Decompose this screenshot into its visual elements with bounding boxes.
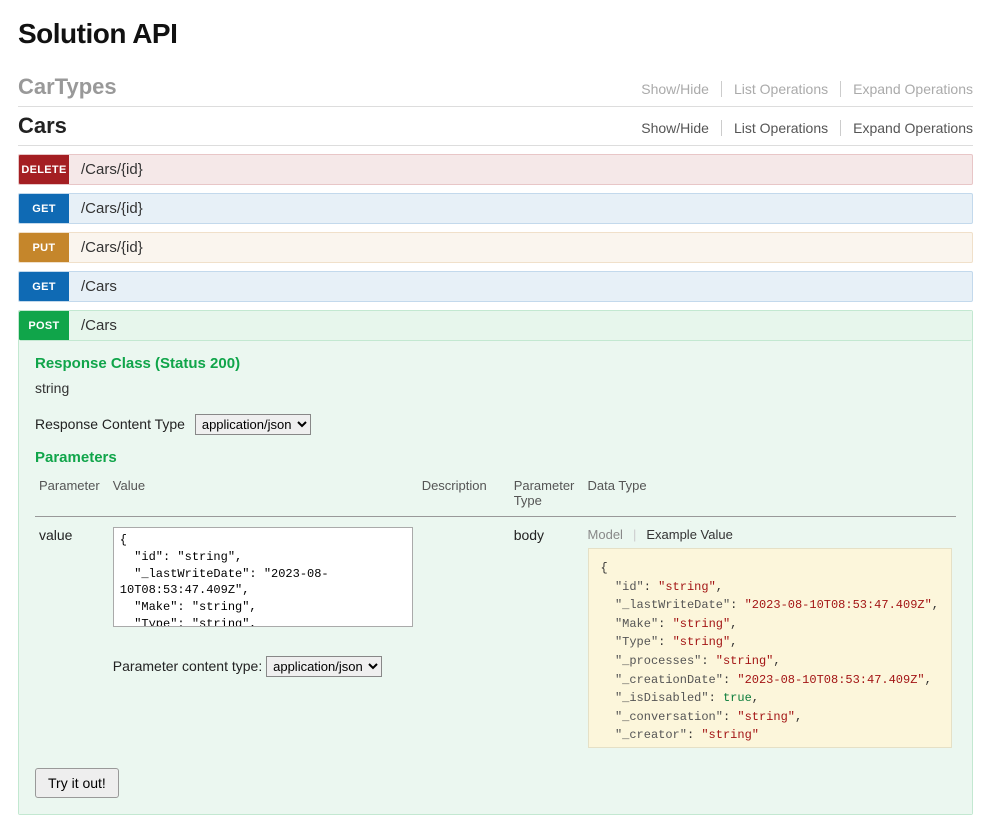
method-badge: DELETE — [19, 155, 69, 184]
col-data-type: Data Type — [584, 472, 956, 517]
col-parameter-type: Parameter Type — [510, 472, 584, 517]
method-badge: GET — [19, 272, 69, 301]
tab-model[interactable]: Model — [588, 527, 633, 542]
tab-example-value[interactable]: Example Value — [646, 527, 742, 542]
method-badge: POST — [19, 311, 69, 340]
action-expand-operations[interactable]: Expand Operations — [841, 81, 973, 97]
action-list-operations[interactable]: List Operations — [722, 81, 841, 97]
example-value-box[interactable]: { "id": "string", "_lastWriteDate": "202… — [588, 548, 952, 748]
page-title: Solution API — [18, 18, 973, 50]
operation-delete--Cars--id-[interactable]: DELETE/Cars/{id} — [18, 154, 973, 185]
param-description — [418, 517, 510, 749]
operation-path: /Cars/{id} — [69, 155, 972, 184]
body-value-input[interactable] — [113, 527, 413, 627]
param-name: value — [35, 517, 109, 749]
operation-path: /Cars — [69, 272, 972, 301]
col-description: Description — [418, 472, 510, 517]
param-content-type-label: Parameter content type: — [113, 658, 262, 674]
method-badge: PUT — [19, 233, 69, 262]
action-expand-operations[interactable]: Expand Operations — [841, 120, 973, 136]
operation-path: /Cars/{id} — [69, 233, 972, 262]
col-parameter: Parameter — [35, 472, 109, 517]
operation-get--Cars[interactable]: GET/Cars — [18, 271, 973, 302]
response-class-heading: Response Class (Status 200) — [35, 355, 956, 372]
section-name-cars[interactable]: Cars — [18, 113, 67, 139]
section-cars: Cars Show/Hide List Operations Expand Op… — [18, 107, 973, 146]
action-showhide[interactable]: Show/Hide — [629, 81, 722, 97]
action-list-operations[interactable]: List Operations — [722, 120, 841, 136]
response-type: string — [35, 380, 956, 396]
response-content-type-label: Response Content Type — [35, 416, 185, 432]
col-value: Value — [109, 472, 418, 517]
parameters-table: Parameter Value Description Parameter Ty… — [35, 472, 956, 748]
operation-get--Cars--id-[interactable]: GET/Cars/{id} — [18, 193, 973, 224]
section-name-cartypes[interactable]: CarTypes — [18, 74, 117, 100]
operation-post-cars[interactable]: POST /Cars — [19, 311, 972, 341]
operation-put--Cars--id-[interactable]: PUT/Cars/{id} — [18, 232, 973, 263]
table-row: value Parameter content type: applicatio… — [35, 517, 956, 749]
method-badge: GET — [19, 194, 69, 223]
param-type: body — [510, 517, 584, 749]
section-cartypes: CarTypes Show/Hide List Operations Expan… — [18, 68, 973, 107]
operation-path: /Cars — [69, 311, 972, 340]
operation-post-cars-expanded: POST /Cars Response Class (Status 200) s… — [18, 310, 973, 815]
param-content-type-select[interactable]: application/json — [266, 656, 382, 677]
action-showhide[interactable]: Show/Hide — [629, 120, 722, 136]
try-it-out-button[interactable]: Try it out! — [35, 768, 119, 798]
response-content-type-select[interactable]: application/json — [195, 414, 311, 435]
operation-path: /Cars/{id} — [69, 194, 972, 223]
parameters-heading: Parameters — [35, 449, 956, 466]
